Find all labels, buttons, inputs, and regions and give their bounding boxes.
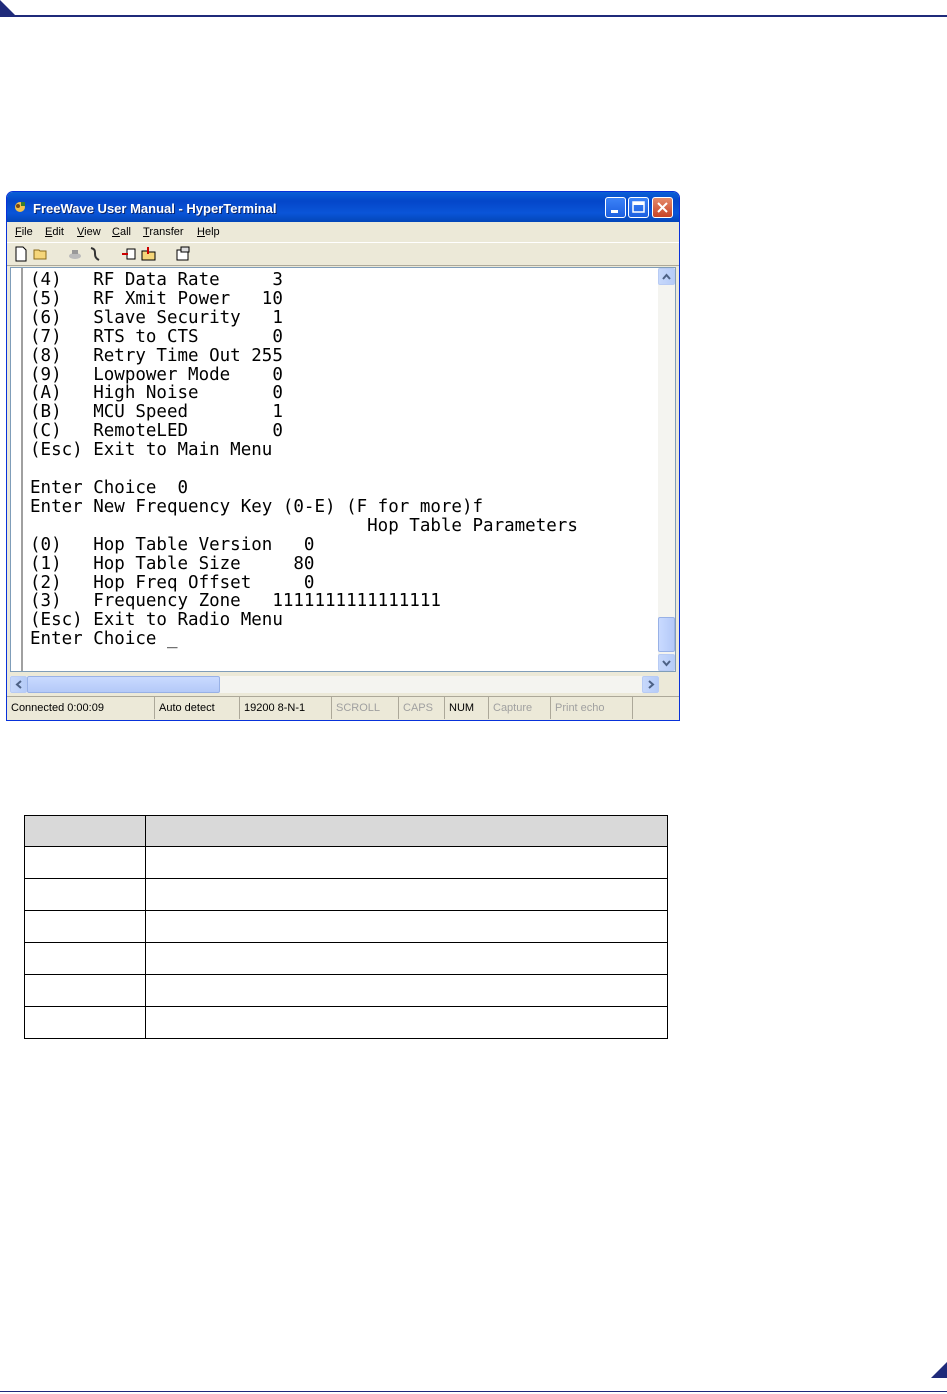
table-cell [24,942,146,975]
table-cell [145,846,668,879]
send-icon[interactable] [121,246,137,262]
chevron-left-icon [15,680,22,689]
table-header-row [24,815,668,847]
status-connected: Connected 0:00:09 [7,697,155,719]
terminal-line: Hop Table Parameters [30,515,578,536]
status-settings: 19200 8-N-1 [240,697,332,719]
empty-table [24,815,668,1039]
menu-bar: File Edit View Call Transfer Help [7,223,679,241]
terminal-line: Enter Choice 0 [30,477,189,498]
terminal-margin-line [21,268,23,671]
table-cell [24,1006,146,1039]
table-row [24,974,668,1007]
table-row [24,910,668,943]
terminal-line: (B) MCU Speed 1 [30,402,283,423]
terminal-line: (C) RemoteLED 0 [30,421,283,442]
open-folder-icon[interactable] [33,246,49,262]
table-cell [145,942,668,975]
status-caps: CAPS [399,697,445,719]
table-row [24,1006,668,1039]
minimize-button[interactable] [605,197,626,218]
table-header-cell [24,815,146,847]
terminal-line: (3) Frequency Zone 1111111111111111 [30,591,441,612]
status-detect: Auto detect [155,697,240,719]
menu-transfer[interactable]: Transfer [143,226,184,238]
table-header-cell [145,815,668,847]
menu-help[interactable]: Help [197,226,220,238]
vertical-scrollbar[interactable] [658,268,675,671]
terminal-line: (0) Hop Table Version 0 [30,534,315,555]
table-cell [145,878,668,911]
toolbar [7,242,679,266]
terminal-area[interactable]: (4) RF Data Rate 3 (5) RF Xmit Power 10 … [10,267,676,672]
page-corner-mark-top [0,0,16,16]
scroll-right-button[interactable] [642,676,659,693]
table-row [24,846,668,879]
terminal-line: (6) Slave Security 1 [30,307,283,328]
terminal-line: (9) Lowpower Mode 0 [30,364,283,385]
table-cell [145,974,668,1007]
page-corner-mark-bottom [931,1362,947,1378]
table-cell [24,974,146,1007]
disconnect-icon[interactable] [87,246,103,262]
status-scroll: SCROLL [332,697,399,719]
status-num: NUM [445,697,489,719]
title-bar[interactable]: FreeWave User Manual - HyperTerminal [7,192,679,222]
properties-icon[interactable] [175,246,191,262]
terminal-line: Enter New Frequency Key (0-E) (F for mor… [30,496,484,517]
menu-edit[interactable]: Edit [45,226,64,238]
table-cell [24,910,146,943]
table-cell [145,910,668,943]
terminal-line: (5) RF Xmit Power 10 [30,288,283,309]
table-cell [24,878,146,911]
close-button[interactable] [652,197,673,218]
menu-view[interactable]: View [77,226,101,238]
status-capture: Capture [489,697,551,719]
scroll-down-button[interactable] [658,654,675,671]
maximize-button[interactable] [628,197,649,218]
hyperterminal-window: FreeWave User Manual - HyperTerminal Fil… [6,191,680,721]
chevron-up-icon [662,273,671,280]
terminal-line: (4) RF Data Rate 3 [30,270,283,290]
terminal-line: (Esc) Exit to Main Menu [30,440,273,461]
terminal-line: (8) Retry Time Out 255 [30,345,283,366]
status-print-echo: Print echo [551,697,633,719]
terminal-line: (1) Hop Table Size 80 [30,553,315,574]
horizontal-scroll-thumb[interactable] [27,676,220,693]
terminal-line: (2) Hop Freq Offset 0 [30,572,315,593]
receive-icon[interactable] [141,246,157,262]
terminal-line: (Esc) Exit to Radio Menu [30,610,283,631]
chevron-right-icon [648,680,655,689]
table-row [24,942,668,975]
terminal-line: Enter Choice _ [30,629,178,650]
header-rule [0,15,947,17]
menu-call[interactable]: Call [112,226,131,238]
terminal-line: (A) High Noise 0 [30,383,283,404]
status-bar: Connected 0:00:09 Auto detect 19200 8-N-… [7,696,679,720]
scroll-up-button[interactable] [658,268,675,285]
menu-file[interactable]: File [15,226,33,238]
connect-icon[interactable] [67,246,83,262]
table-cell [24,846,146,879]
terminal-output: (4) RF Data Rate 3 (5) RF Xmit Power 10 … [30,271,578,649]
terminal-line: (7) RTS to CTS 0 [30,326,283,347]
hyperterminal-icon [15,202,25,212]
horizontal-scrollbar[interactable] [10,676,659,693]
chevron-down-icon [662,660,671,667]
table-cell [145,1006,668,1039]
table-row [24,878,668,911]
vertical-scroll-thumb[interactable] [658,617,675,652]
new-file-icon[interactable] [13,246,29,262]
window-title: FreeWave User Manual - HyperTerminal [33,201,277,216]
scroll-left-button[interactable] [10,676,27,693]
footer-rule [0,1391,947,1392]
